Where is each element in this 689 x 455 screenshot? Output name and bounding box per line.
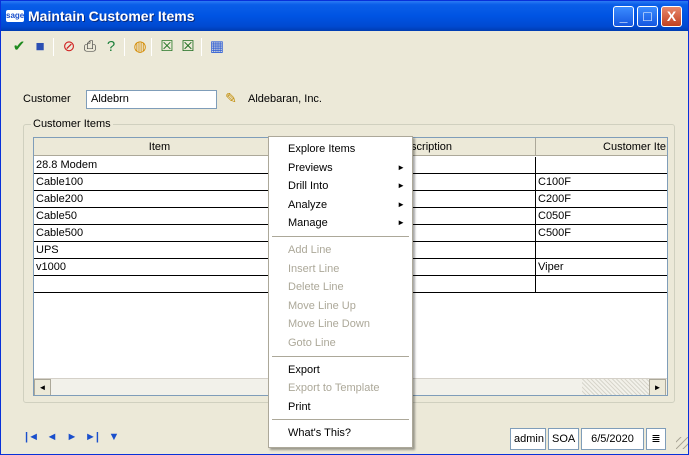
grid-header-cell[interactable]: Item: [34, 138, 286, 156]
context-menu: Explore Items Previews ► Drill Into ► Analyze…: [268, 136, 413, 448]
table-cell[interactable]: 28.8 Modem: [34, 157, 286, 174]
menu-item-label: Export: [288, 363, 320, 376]
previous-record-icon[interactable]: ◄: [43, 428, 61, 447]
menu-item-previews[interactable]: Previews ►: [269, 159, 412, 177]
toolbar: ✔ ■ ⊘ ⎙? ◍ ☒ ☒ ▦: [9, 35, 309, 61]
menu-item-export[interactable]: Export: [269, 361, 412, 379]
table-cell[interactable]: Cable100: [34, 174, 286, 191]
submenu-arrow-icon: ►: [397, 199, 405, 209]
menu-item-print[interactable]: Print: [269, 398, 412, 416]
menu-item-explore-items[interactable]: Explore Items: [269, 140, 412, 158]
grid-header-cell[interactable]: Customer Ite: [536, 138, 667, 156]
menu-item-delete-line[interactable]: Delete Line: [269, 278, 412, 296]
menu-separator: [272, 355, 409, 357]
menu-item-label: Move Line Up: [288, 299, 356, 312]
table-cell[interactable]: Viper: [536, 259, 667, 276]
table-cell[interactable]: C100F: [536, 174, 667, 191]
minimize-button[interactable]: _: [613, 6, 634, 27]
toolbar-separator: [124, 38, 125, 56]
scroll-left-icon[interactable]: ◄: [34, 379, 51, 395]
scrollbar-thumb[interactable]: [582, 379, 649, 395]
status-user: admin: [510, 428, 546, 450]
table-cell[interactable]: [536, 157, 667, 174]
menu-item-label: Drill Into: [288, 180, 329, 193]
menu-item-goto-line[interactable]: Goto Line: [269, 334, 412, 352]
menu-item-analyze[interactable]: Analyze ►: [269, 196, 412, 214]
menu-item-label: Goto Line: [288, 337, 336, 349]
title-bar[interactable]: sage Maintain Customer Items _ □ X: [1, 1, 688, 31]
next-record-icon[interactable]: ►: [63, 428, 81, 447]
table-cell[interactable]: [34, 276, 286, 293]
menu-item-label: Add Line: [288, 244, 332, 256]
table-cell[interactable]: Cable500: [34, 225, 286, 242]
last-record-icon[interactable]: ►|: [83, 428, 101, 447]
menu-item-label: Manage: [288, 217, 328, 230]
customer-label: Customer: [23, 93, 71, 105]
table-cell[interactable]: UPS: [34, 242, 286, 259]
submenu-arrow-icon: ►: [397, 181, 405, 191]
maximize-button[interactable]: □: [637, 6, 658, 27]
table-cell[interactable]: v1000: [34, 259, 286, 276]
menu-item-manage[interactable]: Manage ►: [269, 214, 412, 232]
menu-item-label: Export to Template: [288, 382, 380, 395]
resize-grip[interactable]: [676, 437, 688, 449]
customer-number-field[interactable]: Aldebrn: [86, 90, 217, 109]
menu-item-insert-line[interactable]: Insert Line: [269, 260, 412, 278]
sage-logo: sage: [6, 10, 25, 22]
close-button[interactable]: X: [661, 6, 682, 27]
menu-item-label: Insert Line: [288, 262, 340, 275]
scroll-right-icon[interactable]: ►: [649, 379, 666, 395]
menu-item-label: Analyze: [288, 198, 328, 211]
window-title: Maintain Customer Items: [28, 8, 195, 24]
grid-export-icon[interactable]: ☒: [157, 37, 177, 57]
menu-item-label: Delete Line: [288, 281, 344, 294]
help-icon[interactable]: ?: [101, 37, 121, 57]
table-cell[interactable]: [536, 276, 667, 293]
table-cell[interactable]: C500F: [536, 225, 667, 242]
customer-items-group-title: Customer Items: [31, 118, 113, 130]
check-icon[interactable]: ✔: [9, 37, 29, 57]
menu-separator: [272, 419, 409, 421]
status-company: SOA: [548, 428, 579, 450]
calculator-icon[interactable]: ▦: [207, 37, 227, 57]
menu-item-move-line-up[interactable]: Move Line Up: [269, 297, 412, 315]
toolbar-separator: [151, 38, 152, 56]
table-cell[interactable]: Cable200: [34, 191, 286, 208]
save-icon[interactable]: ■: [30, 37, 50, 57]
delete-icon[interactable]: ⊘: [59, 37, 79, 57]
print-icon[interactable]: ⎙: [80, 37, 100, 57]
submenu-arrow-icon: ►: [397, 218, 405, 228]
menu-item-label: Move Line Down: [288, 318, 370, 331]
menu-item-label: Previews: [288, 161, 333, 174]
customer-lookup-icon[interactable]: ✎: [220, 87, 242, 109]
menu-item-export-to-template[interactable]: Export to Template: [269, 379, 412, 397]
toolbar-separator: [201, 38, 202, 56]
menu-item-label: Print: [288, 400, 311, 413]
customer-name: Aldebaran, Inc.: [248, 93, 322, 105]
menu-item-move-line-down[interactable]: Move Line Down: [269, 315, 412, 333]
table-cell[interactable]: [536, 242, 667, 259]
menu-item-drill-into[interactable]: Drill Into ►: [269, 177, 412, 195]
toolbar-separator: [53, 38, 54, 56]
grid-import-icon[interactable]: ☒: [178, 37, 198, 57]
filter-icon[interactable]: ▼: [105, 428, 123, 447]
color-wheel-icon[interactable]: ◍: [130, 37, 150, 57]
menu-item-what-s-this[interactable]: What's This?: [269, 424, 412, 442]
menu-separator: [272, 236, 409, 237]
table-cell[interactable]: Cable50: [34, 208, 286, 225]
notes-icon[interactable]: ≣: [646, 428, 666, 450]
status-date: 6/5/2020: [581, 428, 644, 450]
menu-item-label: What's This?: [288, 427, 352, 440]
menu-item-label: Explore Items: [288, 143, 356, 155]
submenu-arrow-icon: ►: [397, 162, 405, 172]
table-cell[interactable]: C050F: [536, 208, 667, 225]
table-cell[interactable]: C200F: [536, 191, 667, 208]
menu-item-add-line[interactable]: Add Line: [269, 241, 412, 259]
first-record-icon[interactable]: |◄: [23, 428, 41, 447]
